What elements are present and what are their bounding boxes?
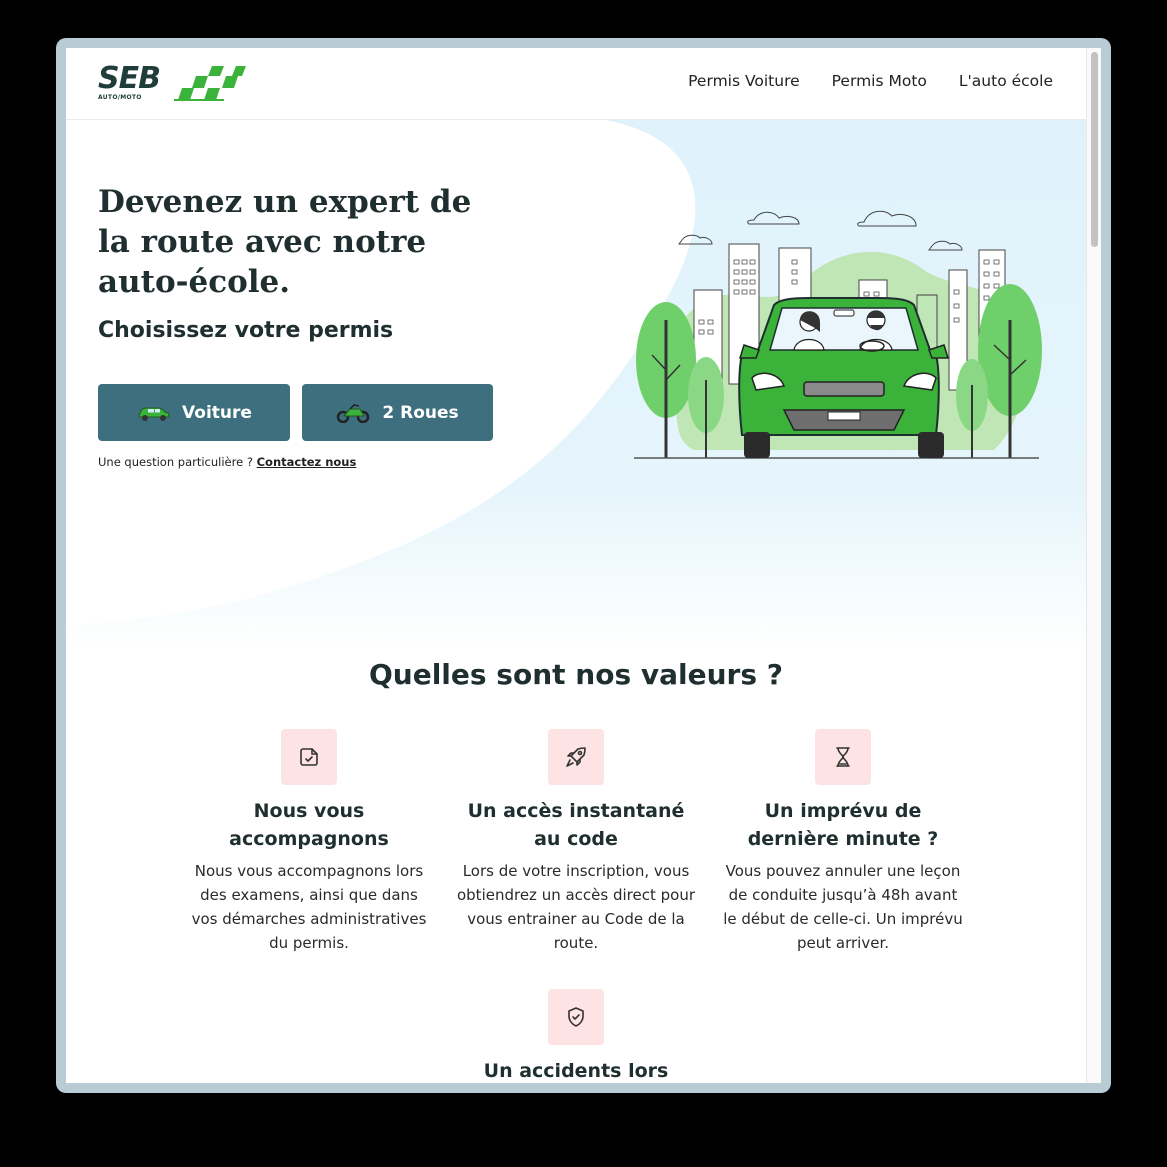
car-icon [138, 407, 170, 421]
nav-auto-ecole[interactable]: L'auto école [959, 72, 1053, 90]
nav-permis-voiture[interactable]: Permis Voiture [688, 72, 800, 90]
motorbike-icon [337, 403, 370, 423]
logo-text: SEB [98, 61, 161, 96]
hourglass-icon [836, 747, 850, 767]
two-wheels-button-label: 2 Roues [382, 402, 459, 423]
page: SEB AUTO/MOTO Permis Voiture Permis Moto… [66, 48, 1086, 1083]
voiture-button[interactable]: Voiture [98, 384, 290, 441]
value-text: Lors de votre inscription, vous obtiendr… [456, 862, 695, 952]
driving-car-illustration [634, 210, 1042, 459]
shield-check-icon [568, 1007, 584, 1027]
vertical-scrollbar[interactable] [1086, 48, 1101, 1083]
value-heading: Un accès instantané au code [467, 800, 685, 850]
contact-question: Une question particulière ? Contactez no… [98, 455, 356, 469]
hero-subtitle: Choisissez votre permis [98, 318, 394, 343]
value-heading: Un imprévu de dernière minute ? [747, 800, 939, 850]
scrollbar-thumb[interactable] [1091, 52, 1098, 247]
main-nav: Permis Voiture Permis Moto L'auto école [688, 72, 1053, 90]
hero-title: Devenez un expert de la route avec notre… [98, 184, 472, 300]
site-header: SEB AUTO/MOTO Permis Voiture Permis Moto… [66, 48, 1086, 120]
value-heading: Nous vous accompagnons [229, 800, 389, 850]
logo-subtitle: AUTO/MOTO [98, 94, 142, 101]
value-text: Vous pouvez annuler une leçon de conduit… [723, 862, 963, 952]
contact-link[interactable]: Contactez nous [257, 455, 357, 469]
two-wheels-button[interactable]: 2 Roues [302, 384, 493, 441]
rocket-icon [566, 747, 586, 767]
nav-permis-moto[interactable]: Permis Moto [832, 72, 927, 90]
browser-window: SEB AUTO/MOTO Permis Voiture Permis Moto… [66, 48, 1101, 1083]
value-card-code: Un accès instantané au code Lors de votr… [456, 729, 696, 955]
hero-section: Devenez un expert de la route avec notre… [66, 120, 1086, 650]
voiture-button-label: Voiture [182, 402, 252, 423]
value-text: Nous vous accompagnons lors des examens,… [191, 862, 427, 952]
site-logo[interactable]: SEB AUTO/MOTO [98, 62, 248, 104]
value-card-imprevu: Un imprévu de dernière minute ? Vous pou… [723, 729, 963, 955]
value-card-accidents: Un accidents lors [456, 989, 696, 1083]
document-check-icon [300, 748, 318, 766]
question-text: Une question particulière ? [98, 455, 253, 469]
values-title: Quelles sont nos valeurs ? [368, 658, 783, 691]
value-heading: Un accidents lors [483, 1060, 669, 1082]
value-card-accompagnement: Nous vous accompagnons Nous vous accompa… [189, 729, 429, 955]
checkered-flag-icon [174, 66, 246, 101]
